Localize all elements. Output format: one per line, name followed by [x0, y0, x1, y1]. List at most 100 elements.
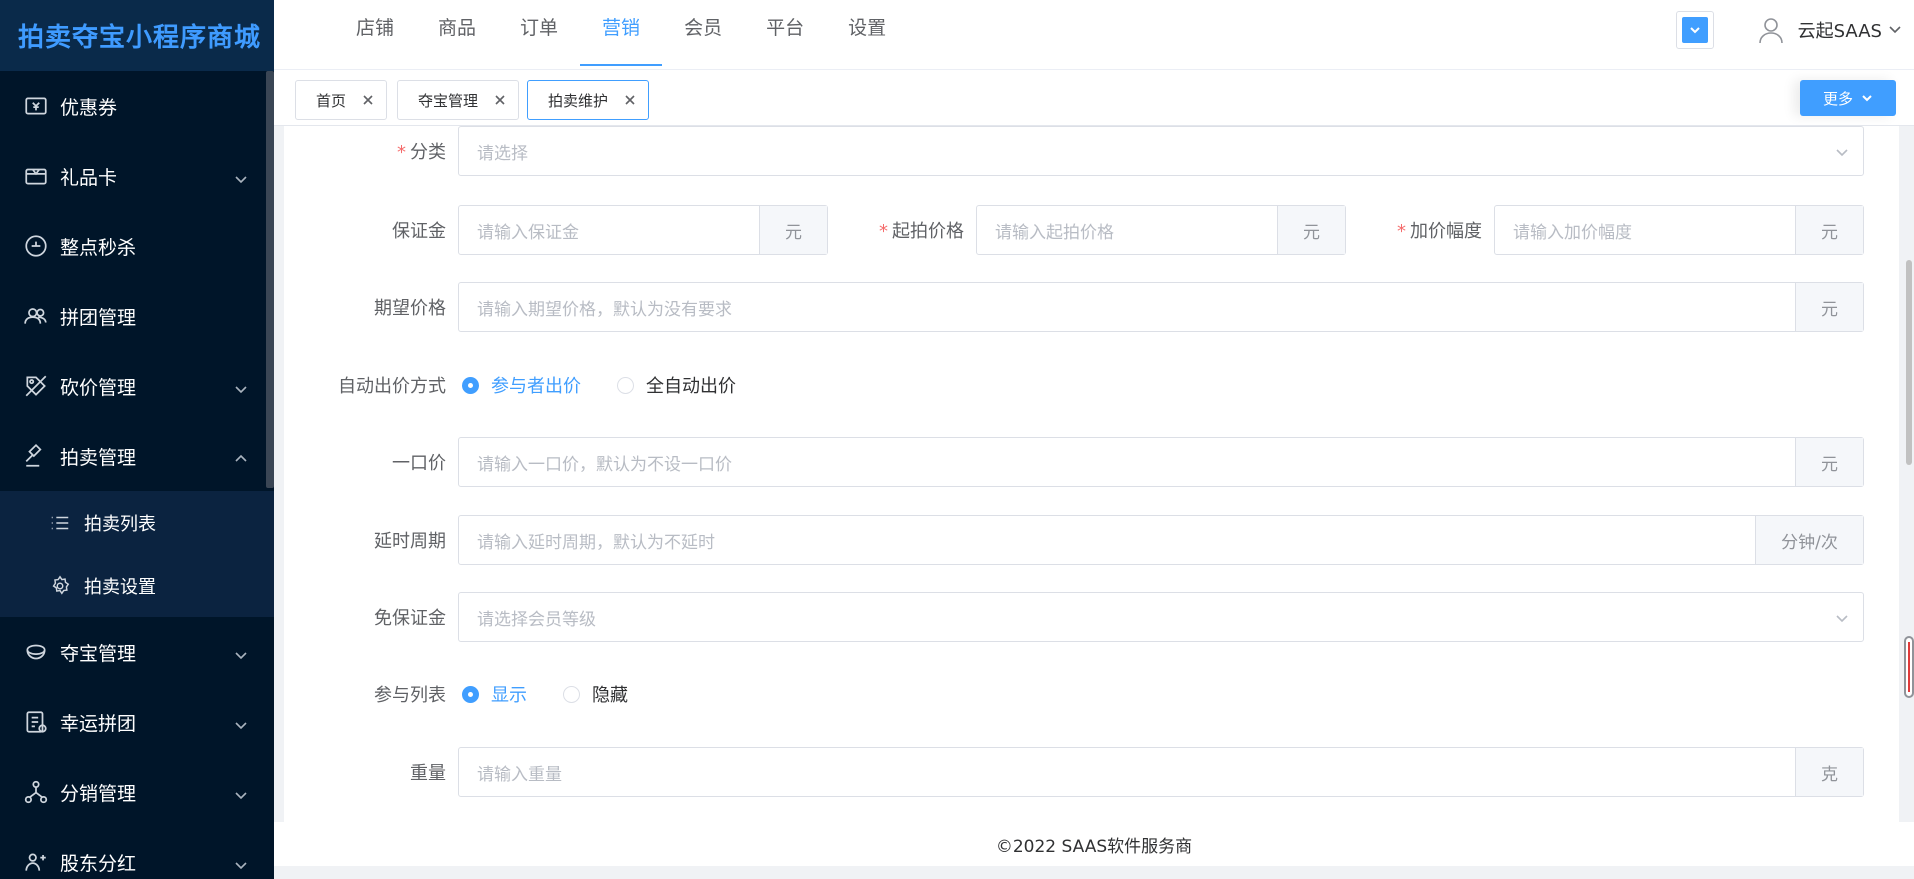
participant-list-label: 参与列表 [374, 685, 446, 706]
sidebar-scrollbar[interactable] [266, 71, 274, 488]
start-price-placeholder: 请输入起拍价格 [995, 222, 1114, 243]
radio-show[interactable]: 显示 [462, 681, 527, 707]
delay-input[interactable]: 请输入延时周期，默认为不延时 分钟/次 [458, 515, 1864, 565]
deposit-label: 保证金 [392, 221, 446, 242]
close-icon[interactable] [624, 94, 636, 106]
copyright-text: ©2022 SAAS软件服务商 [995, 836, 1193, 857]
sidebar-item-auction-settings[interactable]: 拍卖设置 [0, 554, 274, 617]
chevron-up-icon [234, 449, 248, 463]
sidebar-item-auction-list[interactable]: 拍卖列表 [0, 491, 274, 554]
tab-label: 首页 [316, 91, 347, 110]
sidebar-item-dividend[interactable]: 股东分红 [0, 827, 274, 879]
sidebar-item-label: 拍卖管理 [60, 446, 137, 469]
member-level-placeholder: 请选择会员等级 [477, 609, 596, 630]
sidebar-item-label: 优惠券 [60, 96, 118, 119]
delay-label: 延时周期 [374, 531, 446, 552]
sidebar-item-auction[interactable]: 拍卖管理 [0, 421, 274, 491]
top-bar: 店铺 商品 订单 营销 会员 平台 设置 云起SAAS [274, 0, 1914, 70]
sidebar-item-label: 拼团管理 [60, 306, 137, 329]
deposit-input[interactable]: 请输入保证金 元 [458, 205, 828, 255]
nav-settings[interactable]: 设置 [826, 0, 908, 66]
delay-unit: 分钟/次 [1755, 516, 1863, 564]
top-nav: 店铺 商品 订单 营销 会员 平台 设置 [334, 0, 908, 66]
sidebar-item-gift-card[interactable]: 礼品卡 [0, 141, 274, 211]
increment-input[interactable]: 请输入加价幅度 元 [1494, 205, 1864, 255]
close-icon[interactable] [494, 94, 506, 106]
start-price-label: * 起拍价格 [879, 221, 964, 242]
tab-home[interactable]: 首页 [295, 80, 388, 120]
sidebar-subitem-label: 拍卖设置 [84, 576, 156, 598]
sidebar-menu: 优惠券 礼品卡 整点秒杀 拼团管理 砍价管理 拍卖管理 拍卖列表 拍卖设置 夺宝… [0, 71, 274, 879]
user-name[interactable]: 云起SAAS [1798, 17, 1882, 43]
delay-placeholder: 请输入延时周期，默认为不延时 [477, 532, 715, 553]
treasure-icon [22, 638, 50, 666]
close-icon[interactable] [362, 94, 374, 106]
form-row-participant-list: 参与列表 显示 隐藏 [284, 669, 664, 719]
nav-marketing[interactable]: 营销 [580, 0, 663, 66]
gear-icon [48, 574, 72, 598]
category-placeholder: 请选择 [477, 143, 528, 164]
radio-participant-bid[interactable]: 参与者出价 [462, 372, 581, 398]
nav-goods[interactable]: 商品 [416, 0, 498, 66]
sidebar: 拍卖夺宝小程序商城 优惠券 礼品卡 整点秒杀 拼团管理 砍价管理 拍卖管理 拍卖… [0, 0, 274, 879]
sidebar-item-flash-sale[interactable]: 整点秒杀 [0, 211, 274, 281]
form-row-buyout: 一口价 请输入一口价，默认为不设一口价 元 [284, 437, 1864, 487]
sidebar-item-treasure[interactable]: 夺宝管理 [0, 617, 274, 687]
free-deposit-label: 免保证金 [374, 608, 446, 629]
nav-members[interactable]: 会员 [662, 0, 744, 66]
store-switcher[interactable] [1675, 11, 1714, 49]
required-mark: * [879, 221, 888, 242]
chevron-down-icon [1681, 17, 1708, 43]
auction-icon [22, 442, 50, 470]
lucky-group-icon [22, 708, 50, 736]
tab-auction-maintenance[interactable]: 拍卖维护 [527, 80, 650, 120]
buyout-price-input[interactable]: 请输入一口价，默认为不设一口价 元 [458, 437, 1864, 487]
sidebar-item-label: 幸运拼团 [60, 712, 137, 735]
sidebar-item-group-buy[interactable]: 拼团管理 [0, 281, 274, 351]
auto-bid-radio-group: 参与者出价 全自动出价 [458, 360, 772, 410]
radio-dot [462, 376, 479, 394]
chevron-down-icon [234, 645, 248, 660]
auction-submenu: 拍卖列表 拍卖设置 [0, 491, 274, 617]
user-icon[interactable] [1756, 15, 1786, 45]
sidebar-item-distribution[interactable]: 分销管理 [0, 757, 274, 827]
list-icon [48, 511, 72, 535]
radio-hide[interactable]: 隐藏 [563, 681, 628, 707]
weight-input[interactable]: 请输入重量 克 [458, 747, 1864, 797]
start-price-input[interactable]: 请输入起拍价格 元 [976, 205, 1346, 255]
sidebar-item-label: 整点秒杀 [60, 236, 137, 259]
expected-price-input[interactable]: 请输入期望价格，默认为没有要求 元 [458, 282, 1864, 332]
chevron-down-icon [1862, 95, 1872, 102]
nav-orders[interactable]: 订单 [498, 0, 580, 66]
gift-card-icon [22, 162, 50, 190]
flash-sale-icon [22, 232, 50, 260]
more-label: 更多 [1822, 89, 1853, 108]
sidebar-item-label: 股东分红 [60, 852, 137, 875]
increment-unit: 元 [1795, 206, 1863, 254]
scroll-handle[interactable] [1904, 636, 1914, 698]
category-select[interactable]: 请选择 [458, 126, 1864, 176]
sidebar-item-bargain[interactable]: 砍价管理 [0, 351, 274, 421]
nav-shop[interactable]: 店铺 [334, 0, 416, 66]
start-price-unit: 元 [1277, 206, 1345, 254]
form-row-category: * 分类 请选择 [284, 126, 1864, 176]
coupon-icon [22, 92, 50, 120]
radio-full-auto-bid[interactable]: 全自动出价 [617, 372, 736, 398]
page-scrollbar[interactable] [1906, 260, 1912, 465]
chevron-down-icon [234, 169, 248, 184]
chevron-down-icon [234, 379, 248, 394]
more-button[interactable]: 更多 [1800, 80, 1896, 116]
nav-platform[interactable]: 平台 [744, 0, 826, 66]
member-level-select[interactable]: 请选择会员等级 [458, 592, 1864, 642]
chevron-down-icon [1835, 610, 1849, 624]
participant-list-radio-group: 显示 隐藏 [458, 669, 664, 719]
tab-treasure-management[interactable]: 夺宝管理 [397, 80, 520, 120]
sidebar-item-coupon[interactable]: 优惠券 [0, 71, 274, 141]
chevron-down-icon[interactable] [1888, 21, 1902, 40]
dividend-icon [22, 848, 50, 876]
form-row-prices: 保证金 请输入保证金 元 * 起拍价格 请输入起拍价格 元 * 加价幅度 请输入加价… [284, 205, 1864, 255]
auto-bid-label: 自动出价方式 [338, 376, 446, 397]
tabs-bar: 首页 夺宝管理 拍卖维护 更多 [274, 70, 1914, 126]
sidebar-item-lucky-group[interactable]: 幸运拼团 [0, 687, 274, 757]
radio-dot [563, 685, 580, 703]
